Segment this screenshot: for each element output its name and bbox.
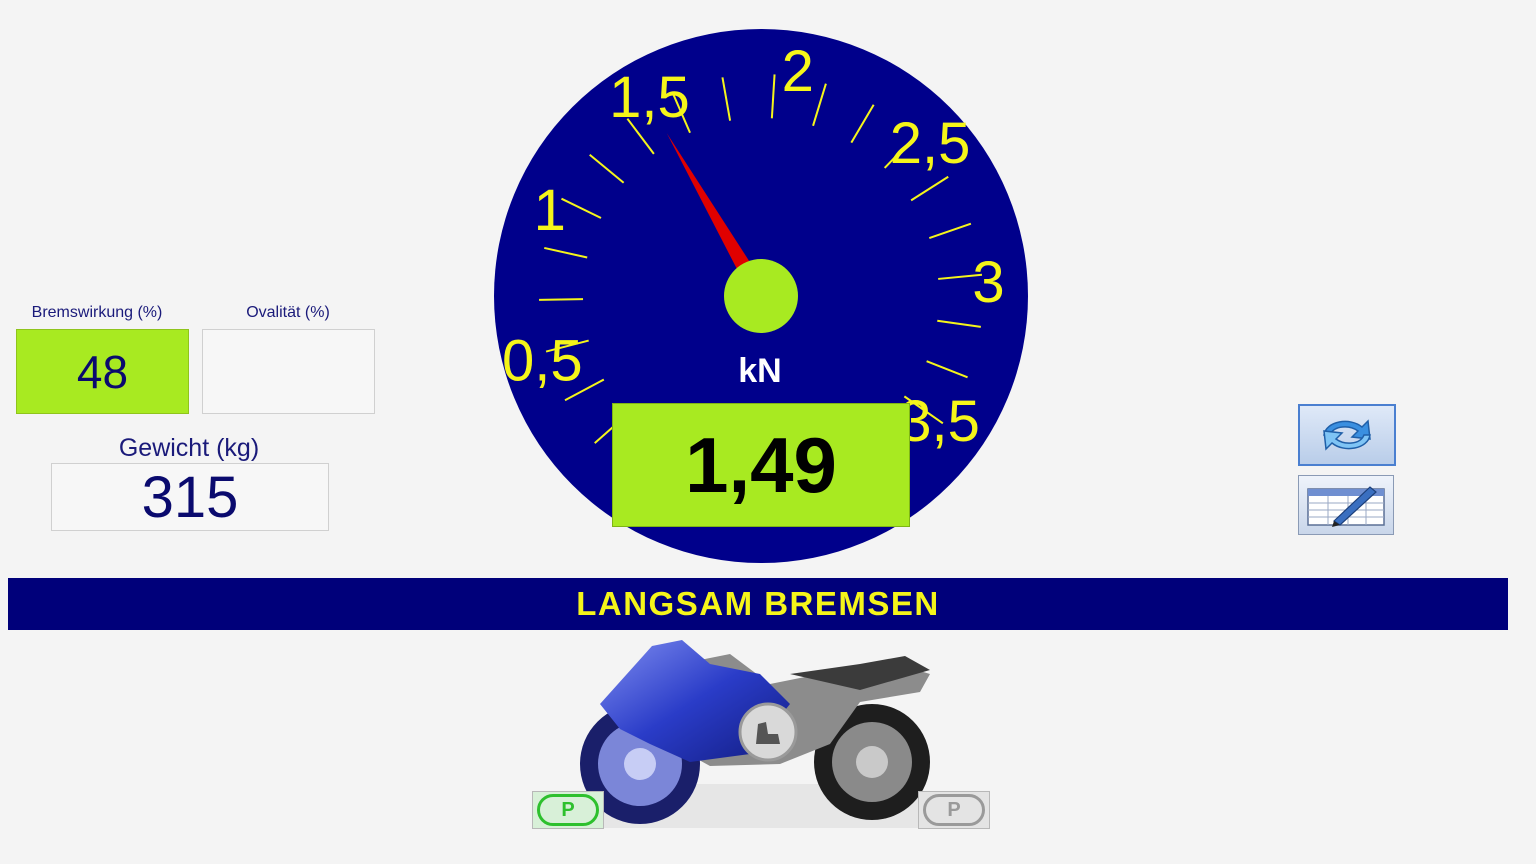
front-brake-badge[interactable]: P xyxy=(532,791,604,829)
gauge-scale-label: 0,5 xyxy=(502,328,583,393)
gauge-scale-label: 1,5 xyxy=(609,65,690,130)
force-readout: 1,49 xyxy=(612,403,910,527)
ovalitaet-value-box xyxy=(202,329,375,414)
rear-brake-label: P xyxy=(947,798,961,821)
bremswirkung-value-box: 48 xyxy=(16,329,189,414)
ovalitaet-label: Ovalität (%) xyxy=(246,304,330,321)
gauge-hub xyxy=(724,259,798,333)
motorcycle-icon xyxy=(580,640,930,828)
gauge-scale-label: 3 xyxy=(972,250,1004,315)
refresh-arrows-icon xyxy=(1323,419,1371,451)
rear-brake-badge[interactable]: P xyxy=(918,791,990,829)
gauge-scale-label: 3,5 xyxy=(899,389,980,454)
edit-table-button[interactable] xyxy=(1298,475,1394,535)
gauge-tick xyxy=(539,298,584,301)
bremswirkung-label: Bremswirkung (%) xyxy=(31,304,163,321)
bremswirkung-value: 48 xyxy=(76,345,129,398)
gewicht-value: 315 xyxy=(141,464,239,530)
status-banner: LANGSAM BREMSEN xyxy=(8,578,1508,630)
gauge-scale-label: 1 xyxy=(534,178,566,243)
refresh-button[interactable] xyxy=(1298,404,1396,466)
gauge-scale-label: 2,5 xyxy=(890,111,971,176)
gauge-scale-label: 2 xyxy=(782,39,814,104)
gauge-unit: kN xyxy=(738,352,782,390)
front-parking-icon: P xyxy=(537,794,599,826)
gewicht-label: Gewicht (kg) xyxy=(118,434,260,462)
status-message: LANGSAM BREMSEN xyxy=(576,585,940,622)
rear-parking-icon: P xyxy=(923,794,985,826)
front-brake-label: P xyxy=(561,798,575,821)
gewicht-value-box: 315 xyxy=(51,463,329,531)
table-edit-pen-icon xyxy=(1307,486,1385,527)
